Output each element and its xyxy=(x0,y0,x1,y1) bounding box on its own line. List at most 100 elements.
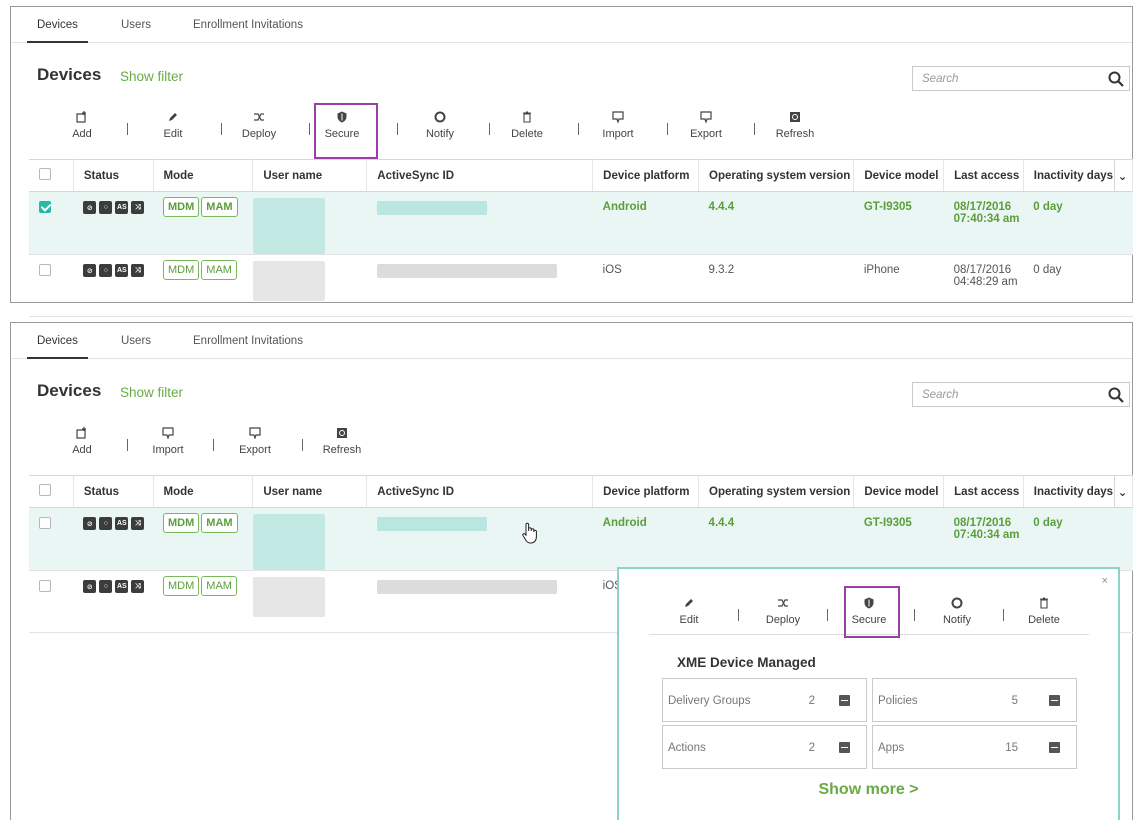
toolbar-divider xyxy=(827,609,828,621)
mam-badge: MAM xyxy=(201,197,238,217)
export-icon xyxy=(220,427,290,443)
import-label: Import xyxy=(602,128,634,140)
column-header-device-platform[interactable]: Device platform xyxy=(592,475,700,508)
row-checkbox[interactable] xyxy=(39,201,51,213)
mdm-badge: MDM xyxy=(163,260,200,280)
edit-button[interactable]: Edit xyxy=(138,111,208,140)
apps-tile[interactable]: Apps 15 xyxy=(872,725,1077,769)
deploy-status-icon: ⤨ xyxy=(131,201,145,214)
column-header-device-model[interactable]: Device model xyxy=(853,159,945,192)
column-header-mode[interactable]: Mode xyxy=(153,159,254,192)
refresh-button[interactable]: Refresh xyxy=(307,427,377,456)
row-spacer xyxy=(1114,192,1132,255)
table-row[interactable]: ⊘ ○ AS ⤨ MDM MAM iOS 9.3.2 iPhone 08/17/2016… xyxy=(29,255,1133,317)
stat-value: 2 xyxy=(808,695,815,707)
export-button[interactable]: Export xyxy=(220,427,290,456)
select-all-checkbox[interactable] xyxy=(39,484,51,496)
popup-delete-button[interactable]: Delete xyxy=(1014,597,1074,626)
stat-label: Delivery Groups xyxy=(668,695,751,707)
column-header-user-name[interactable]: User name xyxy=(252,159,368,192)
show-filter-link[interactable]: Show filter xyxy=(120,69,183,84)
column-header-os-version[interactable]: Operating system version xyxy=(698,159,855,192)
column-header-last-access[interactable]: Last access xyxy=(943,475,1024,508)
devices-table: Status Mode User name ActiveSync ID Devi… xyxy=(29,159,1134,317)
last-access-date: 08/17/2016 xyxy=(953,264,1012,276)
column-chooser[interactable]: ⌄ xyxy=(1114,475,1134,508)
delete-button[interactable]: Delete xyxy=(492,111,562,140)
column-header-last-access[interactable]: Last access xyxy=(943,159,1024,192)
search-input[interactable] xyxy=(913,383,1098,406)
last-access-date: 08/17/2016 xyxy=(953,201,1012,213)
redacted-activesync-id xyxy=(376,580,557,594)
table-row[interactable]: ⊘ ○ AS ⤨ MDM MAM Android 4.4.4 GT-I9305 08/1… xyxy=(29,507,1133,571)
import-button[interactable]: Import xyxy=(583,111,653,140)
row-checkbox[interactable] xyxy=(39,264,51,276)
device-actions-popup: × Edit Deploy Secure Notify Delete XME D… xyxy=(617,567,1120,820)
column-header-inactivity-days[interactable]: Inactivity days xyxy=(1023,159,1115,192)
deploy-status-icon: ⤨ xyxy=(131,517,145,530)
mode-cell: MDM MAM xyxy=(153,571,253,633)
last-access-time: 07:40:34 am xyxy=(953,529,1020,541)
mdm-badge: MDM xyxy=(163,513,200,533)
tab-users[interactable]: Users xyxy=(121,7,151,43)
tab-devices[interactable]: Devices xyxy=(27,323,88,359)
table-header: Status Mode User name ActiveSync ID Devi… xyxy=(29,159,1134,192)
column-header-os-version[interactable]: Operating system version xyxy=(698,475,855,508)
add-label: Add xyxy=(72,128,92,140)
import-icon xyxy=(583,111,653,127)
stat-label: Apps xyxy=(878,742,905,754)
row-checkbox[interactable] xyxy=(39,580,51,592)
devices-panel-top: Devices Users Enrollment Invitations Dev… xyxy=(10,6,1134,317)
column-header-status[interactable]: Status xyxy=(73,475,154,508)
column-chooser[interactable]: ⌄ xyxy=(1114,159,1134,192)
tab-enrollment-invitations[interactable]: Enrollment Invitations xyxy=(193,323,303,359)
mode-cell: MDM MAM xyxy=(153,508,253,571)
row-checkbox[interactable] xyxy=(39,517,51,529)
column-header-inactivity-days[interactable]: Inactivity days xyxy=(1023,475,1115,508)
toolbar-divider xyxy=(302,439,303,451)
as-status-icon: AS xyxy=(115,517,129,530)
search-icon[interactable] xyxy=(1107,386,1125,404)
add-button[interactable]: Add xyxy=(47,111,117,140)
secure-highlight-box xyxy=(844,586,900,638)
show-more-link[interactable]: Show more > xyxy=(619,781,1118,799)
deploy-status-icon xyxy=(1049,742,1060,753)
trash-icon xyxy=(1014,597,1074,613)
tab-enrollment-invitations[interactable]: Enrollment Invitations xyxy=(193,7,303,43)
export-label: Export xyxy=(239,444,271,456)
row-checkbox-cell xyxy=(29,192,73,255)
column-header-user-name[interactable]: User name xyxy=(252,475,368,508)
mam-badge: MAM xyxy=(201,576,237,596)
column-header-mode[interactable]: Mode xyxy=(153,475,254,508)
column-header-device-platform[interactable]: Device platform xyxy=(592,159,700,192)
delivery-groups-tile[interactable]: Delivery Groups 2 xyxy=(662,678,867,722)
search-input[interactable] xyxy=(913,67,1098,90)
search-box xyxy=(912,66,1130,91)
redacted-user-name xyxy=(252,514,325,570)
popup-notify-button[interactable]: Notify xyxy=(927,597,987,626)
notify-button[interactable]: Notify xyxy=(405,111,475,140)
column-header-device-model[interactable]: Device model xyxy=(853,475,945,508)
table-row[interactable]: ⊘ ○ AS ⤨ MDM MAM Android 4.4.4 GT-I9305 08/1… xyxy=(29,191,1133,255)
import-button[interactable]: Import xyxy=(133,427,203,456)
select-all-checkbox[interactable] xyxy=(39,168,51,180)
tab-bar: Devices Users Enrollment Invitations xyxy=(11,7,1132,43)
trash-icon xyxy=(492,111,562,127)
column-header-activesync-id[interactable]: ActiveSync ID xyxy=(366,159,594,192)
deploy-button[interactable]: Deploy xyxy=(224,111,294,140)
popup-deploy-button[interactable]: Deploy xyxy=(748,597,818,626)
search-icon[interactable] xyxy=(1107,70,1125,88)
column-header-activesync-id[interactable]: ActiveSync ID xyxy=(366,475,594,508)
close-icon[interactable]: × xyxy=(1102,575,1108,587)
tab-devices[interactable]: Devices xyxy=(27,7,88,43)
show-filter-link[interactable]: Show filter xyxy=(120,385,183,400)
policies-tile[interactable]: Policies 5 xyxy=(872,678,1077,722)
mam-badge: MAM xyxy=(201,513,238,533)
actions-tile[interactable]: Actions 2 xyxy=(662,725,867,769)
add-button[interactable]: Add xyxy=(47,427,117,456)
refresh-button[interactable]: Refresh xyxy=(760,111,830,140)
export-button[interactable]: Export xyxy=(671,111,741,140)
tab-users[interactable]: Users xyxy=(121,323,151,359)
column-header-status[interactable]: Status xyxy=(73,159,154,192)
popup-edit-button[interactable]: Edit xyxy=(659,597,719,626)
